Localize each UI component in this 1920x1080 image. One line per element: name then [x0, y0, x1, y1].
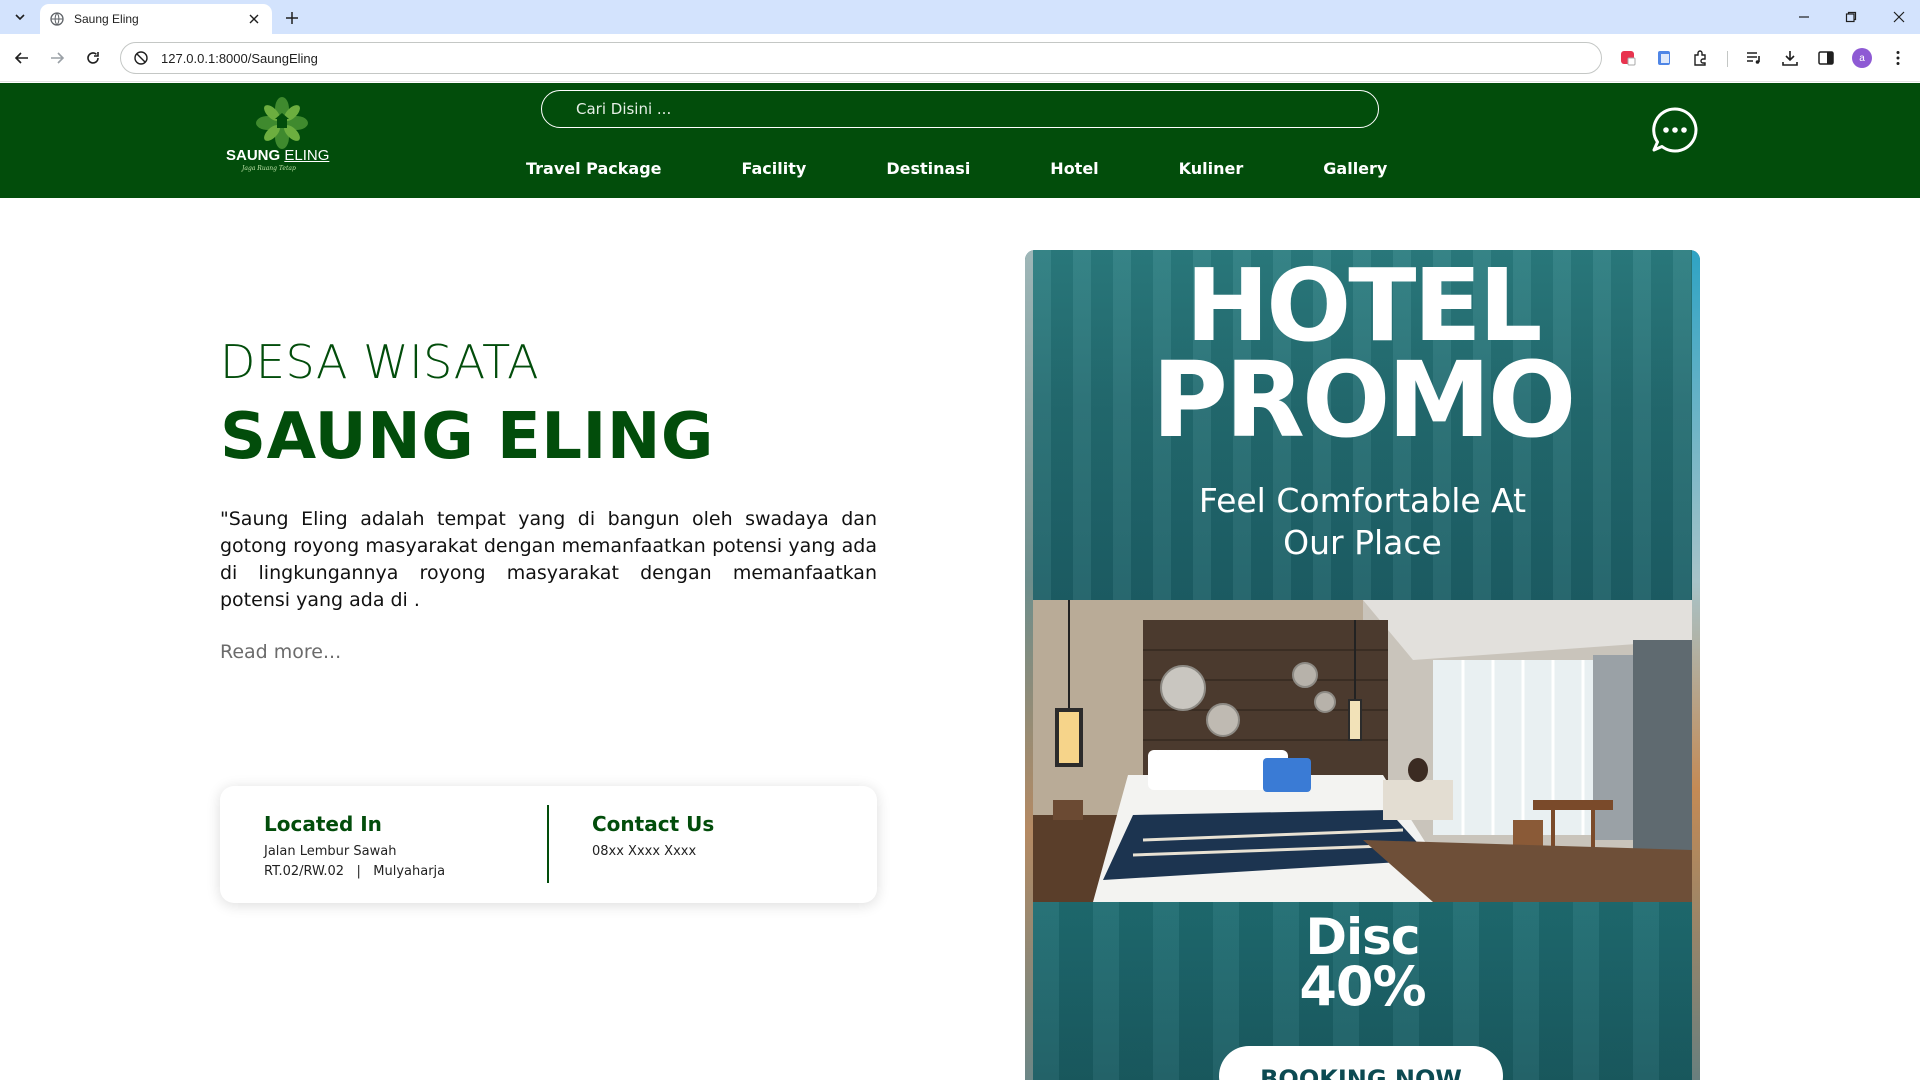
forward-button[interactable]: [46, 47, 68, 69]
chevron-down-icon: [15, 14, 25, 21]
nav-hotel[interactable]: Hotel: [1050, 159, 1098, 178]
logo-tagline: Jaga Ruang Tetap: [242, 165, 296, 172]
tab-title: Saung Eling: [74, 12, 139, 26]
site-info-icon[interactable]: [133, 50, 149, 66]
playlist-icon: [1747, 52, 1760, 64]
logo-name: SAUNG: [226, 147, 281, 164]
address-url: 127.0.0.1:8000/SaungEling: [161, 50, 318, 66]
browser-menu-button[interactable]: [1888, 48, 1908, 68]
logo-wordmark: SAUNG ELING: [226, 147, 329, 164]
restore-icon: [1845, 11, 1857, 23]
nav-travel-package[interactable]: Travel Package: [526, 159, 662, 178]
media-controls-button[interactable]: [1744, 48, 1764, 68]
chat-bubble-icon: [1652, 107, 1698, 153]
nav-kuliner[interactable]: Kuliner: [1179, 159, 1244, 178]
side-panel-button[interactable]: [1816, 48, 1836, 68]
hero-title: SAUNG ELING: [220, 400, 714, 474]
close-icon: [1893, 11, 1905, 23]
hotel-room-illustration: [1033, 600, 1692, 902]
chat-button[interactable]: [1650, 105, 1700, 155]
info-card: Located In Jalan Lembur Sawah RT.02/RW.0…: [220, 786, 877, 903]
tab-close-button[interactable]: [246, 11, 262, 27]
profile-avatar[interactable]: a: [1852, 48, 1872, 68]
promo-heading-promo: PROMO: [1151, 339, 1577, 461]
hotel-promo-banner[interactable]: HOTEL PROMO Feel Comfortable At Our Plac…: [1025, 250, 1700, 1080]
browser-toolbar: 127.0.0.1:8000/SaungEling a: [0, 34, 1920, 82]
location-title: Located In: [264, 812, 382, 836]
contact-title: Contact Us: [592, 812, 715, 836]
location-line-1: Jalan Lembur Sawah: [264, 844, 397, 859]
minimize-icon: [1799, 16, 1809, 18]
downloads-button[interactable]: [1780, 48, 1800, 68]
back-button[interactable]: [11, 47, 33, 69]
nav-gallery[interactable]: Gallery: [1323, 159, 1387, 178]
download-icon: [1782, 51, 1798, 66]
puzzle-icon: [1694, 50, 1706, 66]
promo-edge-left: [1025, 250, 1033, 1080]
restore-button[interactable]: [1841, 8, 1861, 26]
globe-icon: [50, 12, 64, 26]
extension-red-icon[interactable]: [1618, 48, 1638, 68]
read-more-link[interactable]: Read more...: [220, 641, 341, 663]
search-input[interactable]: [541, 90, 1379, 128]
more-vertical-icon: [1896, 51, 1900, 65]
promo-bottom-panel: Disc 40% BOOKING NOW: [1033, 902, 1692, 1080]
location-block: Located In Jalan Lembur Sawah RT.02/RW.0…: [264, 812, 445, 882]
tab-search-button[interactable]: [8, 6, 32, 28]
toolbar-separator: [1727, 51, 1728, 67]
extension-doc-icon[interactable]: [1654, 48, 1674, 68]
address-bar[interactable]: 127.0.0.1:8000/SaungEling: [120, 42, 1602, 74]
document-icon: [1658, 51, 1670, 65]
extension-red-glyph: [1621, 51, 1636, 66]
site-logo[interactable]: SAUNG ELING Jaga Ruang Tetap: [226, 97, 342, 179]
hotel-room-photo: [1033, 600, 1692, 902]
side-panel-icon: [1818, 51, 1834, 65]
reload-button[interactable]: [82, 47, 104, 69]
promo-edge-right: [1692, 250, 1700, 1080]
site-header: SAUNG ELING Jaga Ruang Tetap Travel Pack…: [0, 83, 1920, 198]
arrow-left-icon: [14, 52, 28, 64]
reload-icon: [87, 52, 99, 64]
leaf-emblem-icon: [256, 97, 308, 149]
promo-subtitle: Feel Comfortable At Our Place: [1198, 481, 1527, 562]
browser-tabstrip: Saung Eling: [0, 0, 1920, 34]
hero-description: "Saung Eling adalah tempat yang di bangu…: [220, 508, 877, 611]
main-nav: Travel Package Facility Destinasi Hotel …: [526, 159, 1387, 178]
hero-eyebrow: DESA WISATA: [220, 335, 540, 389]
arrow-right-icon: [51, 52, 65, 64]
nav-destinasi[interactable]: Destinasi: [886, 159, 970, 178]
contact-block: Contact Us 08xx Xxxx Xxxx: [592, 812, 714, 862]
new-tab-button[interactable]: [282, 8, 302, 28]
contact-phone: 08xx Xxxx Xxxx: [592, 844, 697, 859]
browser-tab-active[interactable]: Saung Eling: [40, 4, 272, 34]
extensions-button[interactable]: [1690, 48, 1710, 68]
close-window-button[interactable]: [1889, 8, 1909, 26]
booking-now-button[interactable]: BOOKING NOW: [1219, 1046, 1503, 1080]
location-line-2: RT.02/RW.02 | Mulyaharja: [264, 864, 446, 879]
promo-top-panel: HOTEL PROMO Feel Comfortable At Our Plac…: [1033, 250, 1692, 600]
close-icon: [249, 14, 259, 24]
minimize-button[interactable]: [1794, 8, 1814, 26]
discount-value: 40%: [1299, 955, 1426, 1018]
site-info-icon-glyph: [134, 51, 148, 65]
nav-facility[interactable]: Facility: [742, 159, 807, 178]
plus-icon: [286, 12, 298, 24]
info-divider: [547, 805, 549, 883]
logo-name-2: ELING: [284, 147, 330, 164]
